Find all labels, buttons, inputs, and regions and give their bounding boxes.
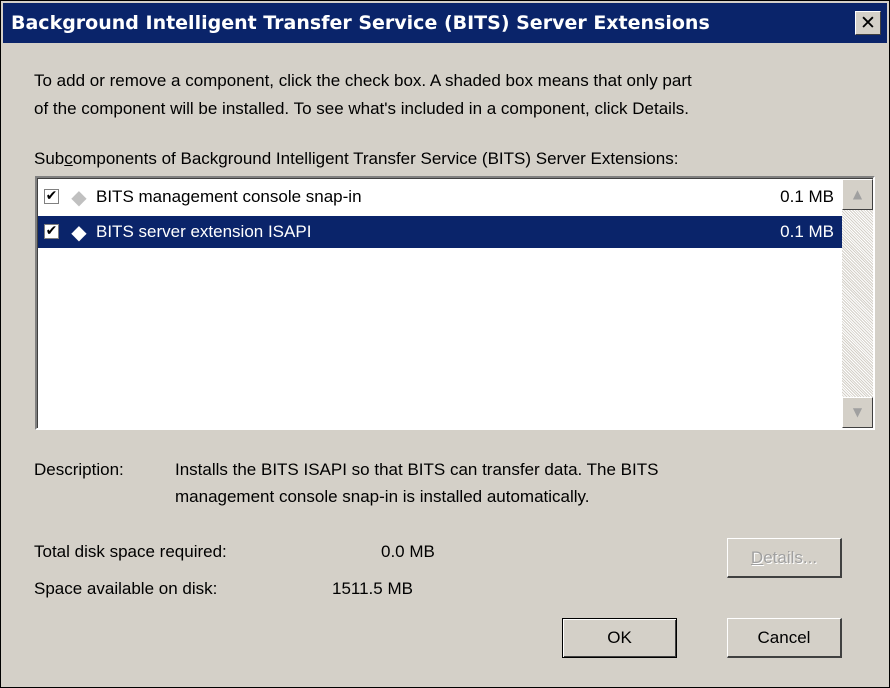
vertical-scrollbar[interactable]: ▲ ▼ [842,179,873,428]
subcomponents-label: Subcomponents of Background Intelligent … [34,149,678,169]
close-icon: ✕ [860,12,876,34]
description-text-line-1: Installs the BITS ISAPI so that BITS can… [175,460,659,479]
cancel-button[interactable]: Cancel [727,618,842,658]
list-item-label: BITS management console snap-in [96,187,362,206]
list-item-size: 0.1 MB [780,187,834,206]
disk-required-value: 0.0 MB [381,542,435,561]
scroll-down-button[interactable]: ▼ [842,397,873,428]
close-button[interactable]: ✕ [855,11,881,35]
instructions-line-2: of the component will be installed. To s… [34,99,689,118]
list-item-management-console[interactable]: ✔ ◆ BITS management console snap-in 0.1 … [38,181,844,213]
details-button-accelerator: D [750,548,764,567]
component-diamond-icon: ◆ [71,185,87,209]
subcomponents-label-accelerator: c [64,149,73,168]
list-item-size: 0.1 MB [780,222,834,241]
details-button[interactable]: Details... [727,538,842,578]
window-title: Background Intelligent Transfer Service … [11,12,710,34]
subcomponents-label-rest: omponents of Background Intelligent Tran… [72,149,679,168]
scroll-up-button[interactable]: ▲ [842,179,873,210]
arrow-up-icon: ▲ [852,187,863,201]
details-button-label: etails... [763,548,818,567]
dialog-window: Background Intelligent Transfer Service … [0,0,890,688]
arrow-down-icon: ▼ [852,405,863,419]
disk-required-label: Total disk space required: [34,542,227,561]
component-diamond-icon: ◆ [71,220,87,244]
title-bar[interactable]: Background Intelligent Transfer Service … [3,3,887,43]
list-item-server-extension-isapi[interactable]: ✔ ◆ BITS server extension ISAPI 0.1 MB [38,216,844,248]
description-label: Description: [34,460,124,479]
subcomponents-list[interactable]: ✔ ◆ BITS management console snap-in 0.1 … [35,176,875,430]
description-text-line-2: management console snap-in is installed … [175,487,590,506]
checkbox-management-console[interactable]: ✔ [44,189,59,204]
subcomponents-label-prefix: Sub [34,149,65,168]
instructions-line-1: To add or remove a component, click the … [34,71,692,90]
checkbox-server-extension-isapi[interactable]: ✔ [44,224,59,239]
list-item-label: BITS server extension ISAPI [96,222,312,241]
disk-available-value: 1511.5 MB [332,579,413,598]
ok-button[interactable]: OK [562,618,677,658]
disk-available-label: Space available on disk: [34,579,218,598]
